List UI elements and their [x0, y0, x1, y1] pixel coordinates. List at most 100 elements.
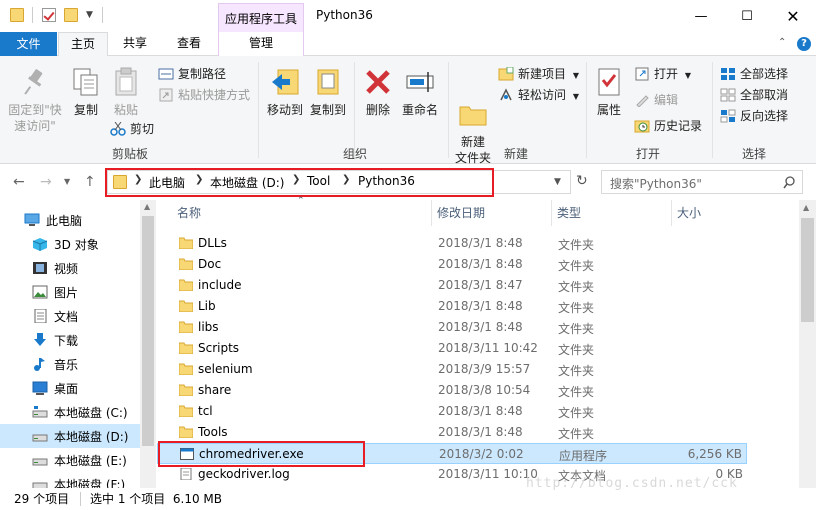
- delete-button[interactable]: 删除: [360, 66, 396, 118]
- scrollbar-thumb[interactable]: [801, 218, 814, 322]
- properties-button[interactable]: 属性: [590, 66, 628, 118]
- properties-label: 属性: [596, 103, 621, 117]
- back-arrow-icon[interactable]: ←: [13, 174, 25, 190]
- customize-quick-access-chevron-icon[interactable]: ▼: [86, 10, 93, 20]
- recent-locations-chevron-icon[interactable]: ▼: [64, 177, 70, 186]
- rename-button[interactable]: 重命名: [398, 66, 442, 118]
- nav-item-local-disk-f[interactable]: 本地磁盘 (F:): [0, 472, 156, 488]
- copy-path-label: 复制路径: [178, 67, 227, 81]
- scroll-up-icon[interactable]: ▲: [144, 202, 150, 211]
- table-row[interactable]: libs 2018/3/1 8:48 文件夹: [157, 317, 747, 338]
- file-date: 2018/3/8 10:54: [438, 383, 531, 397]
- search-icon[interactable]: [783, 176, 796, 189]
- forward-arrow-icon[interactable]: →: [40, 174, 52, 190]
- pin-quick-access-button[interactable]: 固定到"快速访问": [6, 66, 64, 134]
- table-row[interactable]: Scripts 2018/3/11 10:42 文件夹: [157, 338, 747, 359]
- properties-icon[interactable]: [42, 8, 56, 22]
- address-bar[interactable]: ❯ 此电脑 ❯ 本地磁盘 (D:) ❯ Tool ❯ Python36 ▼: [107, 170, 571, 194]
- column-header-name[interactable]: 名称: [171, 200, 433, 226]
- nav-item-pictures[interactable]: 图片: [0, 280, 156, 304]
- table-row[interactable]: Doc 2018/3/1 8:48 文件夹: [157, 254, 747, 275]
- tab-view[interactable]: 查看: [166, 32, 212, 56]
- invert-selection-button[interactable]: 反向选择: [720, 106, 788, 126]
- cut-button[interactable]: 剪切: [110, 119, 154, 139]
- column-header-size[interactable]: 大小: [671, 200, 747, 226]
- up-arrow-icon[interactable]: ↑: [84, 174, 96, 190]
- nav-item-local-disk-e[interactable]: 本地磁盘 (E:): [0, 448, 156, 472]
- new-item-button[interactable]: 新建项目 ▼: [498, 64, 579, 84]
- folder-icon: [10, 8, 24, 22]
- search-box[interactable]: 搜索"Python36": [601, 170, 803, 194]
- refresh-icon[interactable]: ↻: [576, 173, 588, 189]
- easy-access-icon: [500, 88, 512, 101]
- divider: [258, 62, 259, 158]
- nav-item-this-pc[interactable]: 此电脑: [0, 208, 156, 232]
- tab-file[interactable]: 文件: [0, 32, 57, 56]
- table-row[interactable]: tcl 2018/3/1 8:48 文件夹: [157, 401, 747, 422]
- nav-item-music[interactable]: 音乐: [0, 352, 156, 376]
- address-history-chevron-icon[interactable]: ▼: [554, 177, 561, 187]
- paste-shortcut-button[interactable]: 粘贴快捷方式: [158, 85, 250, 105]
- tab-manage[interactable]: 管理: [218, 32, 304, 56]
- close-button[interactable]: ✕: [770, 0, 816, 32]
- table-row[interactable]: Tools 2018/3/1 8:48 文件夹: [157, 422, 747, 443]
- nav-item-documents[interactable]: 文档: [0, 304, 156, 328]
- copy-to-button[interactable]: 复制到: [306, 66, 350, 118]
- open-button[interactable]: 打开 ▼: [634, 64, 691, 84]
- nav-item-desktop[interactable]: 桌面: [0, 376, 156, 400]
- context-tab-group: 应用程序工具: [218, 3, 304, 32]
- scroll-up-icon[interactable]: ▲: [803, 203, 809, 212]
- easy-access-button[interactable]: 轻松访问 ▼: [498, 85, 579, 105]
- chevron-right-icon[interactable]: ❯: [342, 174, 350, 185]
- table-row[interactable]: DLLs 2018/3/1 8:48 文件夹: [157, 233, 747, 254]
- scrollbar-thumb[interactable]: [142, 216, 154, 446]
- new-folder-button[interactable]: 新建 文件夹: [452, 66, 494, 166]
- tab-home[interactable]: 主页: [58, 32, 108, 57]
- history-button[interactable]: 历史记录: [634, 116, 702, 136]
- collapse-ribbon-chevron-icon[interactable]: ⌃: [778, 37, 786, 48]
- breadcrumb-python36[interactable]: Python36: [358, 174, 415, 188]
- paste-label: 粘贴: [113, 103, 138, 117]
- copy-button[interactable]: 复制: [68, 66, 104, 118]
- nav-item-local-disk-c[interactable]: 本地磁盘 (C:): [0, 400, 156, 424]
- minimize-button[interactable]: —: [678, 0, 724, 32]
- properties-icon: [593, 66, 625, 98]
- breadcrumb-tool[interactable]: Tool: [307, 174, 330, 188]
- nav-item-label: 本地磁盘 (F:): [54, 478, 126, 488]
- file-date: 2018/3/1 8:48: [438, 425, 523, 439]
- edit-button[interactable]: 编辑: [634, 90, 678, 110]
- file-date: 2018/3/11 10:10: [438, 467, 538, 481]
- copy-path-button[interactable]: 复制路径: [158, 64, 226, 84]
- drive-icon: [32, 458, 48, 466]
- nav-item-videos[interactable]: 视频: [0, 256, 156, 280]
- select-all-icon: [721, 68, 735, 80]
- table-row[interactable]: selenium 2018/3/9 15:57 文件夹: [157, 359, 747, 380]
- chevron-right-icon[interactable]: ❯: [195, 174, 203, 185]
- table-row[interactable]: chromedriver.exe 2018/3/2 0:02 应用程序 6,256 K…: [157, 443, 747, 464]
- table-row[interactable]: include 2018/3/1 8:47 文件夹: [157, 275, 747, 296]
- select-none-button[interactable]: 全部取消: [720, 85, 788, 105]
- maximize-button[interactable]: ☐: [724, 0, 770, 32]
- move-to-button[interactable]: 移动到: [264, 66, 306, 118]
- item-count: 29 个项目: [14, 492, 70, 506]
- nav-item-local-disk-d[interactable]: 本地磁盘 (D:): [0, 424, 156, 448]
- column-header-type[interactable]: 类型: [551, 200, 671, 226]
- nav-pane-scrollbar[interactable]: ▲: [140, 200, 156, 488]
- select-all-button[interactable]: 全部选择: [720, 64, 788, 84]
- paste-button[interactable]: 粘贴: [108, 66, 144, 118]
- open-chevron-icon: ▼: [684, 71, 691, 80]
- table-row[interactable]: geckodriver.log 2018/3/11 10:10 文本文档 0 KB: [157, 464, 747, 485]
- breadcrumb-this-pc[interactable]: 此电脑: [149, 174, 185, 191]
- chevron-right-icon[interactable]: ❯: [292, 174, 300, 185]
- breadcrumb-local-disk-d[interactable]: 本地磁盘 (D:): [210, 174, 284, 191]
- column-header-date[interactable]: 修改日期: [431, 200, 551, 226]
- table-row[interactable]: Lib 2018/3/1 8:48 文件夹: [157, 296, 747, 317]
- table-row[interactable]: share 2018/3/8 10:54 文件夹: [157, 380, 747, 401]
- nav-item-downloads[interactable]: 下载: [0, 328, 156, 352]
- new-folder-icon[interactable]: [64, 8, 78, 22]
- chevron-right-icon[interactable]: ❯: [134, 174, 142, 185]
- nav-item-3d-objects[interactable]: 3D 对象: [0, 232, 156, 256]
- file-list-scrollbar[interactable]: ▲: [799, 200, 816, 488]
- help-icon[interactable]: ?: [797, 37, 811, 51]
- tab-share[interactable]: 共享: [112, 32, 158, 56]
